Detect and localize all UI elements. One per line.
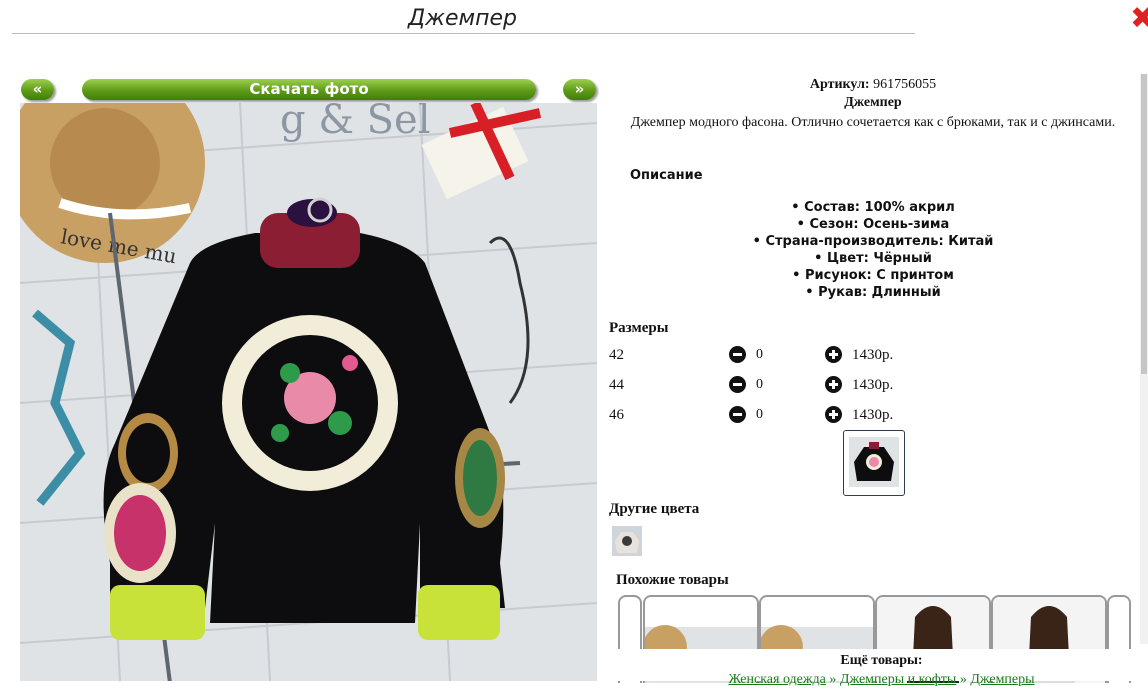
property-item: Состав: 100% акрил [791,200,955,215]
next-photo-button[interactable]: » [563,79,596,100]
breadcrumb: Женская одежда » Джемперы и кофты » Джем… [600,672,1148,688]
plus-circle-icon[interactable] [825,406,842,423]
title-divider [12,33,915,34]
size-row: 46 0 1430р. [609,405,909,427]
page-title: Джемпер [407,6,518,31]
size-label: 46 [609,407,624,423]
properties-list: Состав: 100% акрил Сезон: Осень-зима Стр… [608,199,1138,301]
size-price: 1430р. [852,347,894,363]
quantity-value: 0 [756,407,763,422]
breadcrumb-link[interactable]: Джемперы и кофты [840,672,956,687]
product-thumbnail[interactable] [843,430,905,496]
size-price: 1430р. [852,377,894,393]
product-name: Джемпер [844,95,902,110]
size-row: 44 0 1430р. [609,375,909,397]
sizes-heading: Размеры [609,320,669,336]
breadcrumb-link[interactable]: Джемперы [970,672,1034,687]
property-item: Рисунок: С принтом [792,268,954,283]
scrollbar-thumb[interactable] [1141,74,1147,374]
svg-text:g & Sel: g & Sel [280,103,431,143]
quantity-value: 0 [756,347,763,362]
more-products-heading: Ещё товары: [840,653,923,668]
property-item: Цвет: Чёрный [814,251,932,266]
article-label: Артикул: [809,77,870,92]
plus-circle-icon[interactable] [825,346,842,363]
property-item: Страна-производитель: Китай [753,234,994,249]
article-line: Артикул: 961756055 [608,77,1138,93]
plus-circle-icon[interactable] [825,376,842,393]
article-value: 961756055 [873,77,937,92]
minus-circle-icon[interactable] [729,346,746,363]
product-description: Джемпер модного фасона. Отлично сочетает… [630,115,1116,130]
other-colors-heading: Другие цвета [609,501,700,517]
property-item: Сезон: Осень-зима [797,217,950,232]
size-label: 44 [609,377,624,393]
breadcrumb-link[interactable]: Женская одежда [728,672,825,687]
description-heading: Описание [630,168,703,183]
breadcrumb-separator: » [959,672,967,687]
download-photo-button[interactable]: Скачать фото [82,79,536,100]
minus-circle-icon[interactable] [729,376,746,393]
breadcrumb-separator: » [829,672,837,687]
size-price: 1430р. [852,407,894,423]
size-label: 42 [609,347,624,363]
product-photo[interactable]: love me mu g & Sel [20,103,597,681]
quantity-value: 0 [756,377,763,392]
property-item: Рукав: Длинный [805,285,940,300]
similar-heading: Похожие товары [616,572,729,588]
close-icon[interactable]: ✖ [1130,4,1148,34]
size-row: 42 0 1430р. [609,345,909,367]
other-color-thumbnail[interactable] [612,526,642,556]
prev-photo-button[interactable]: « [21,79,54,100]
minus-circle-icon[interactable] [729,406,746,423]
